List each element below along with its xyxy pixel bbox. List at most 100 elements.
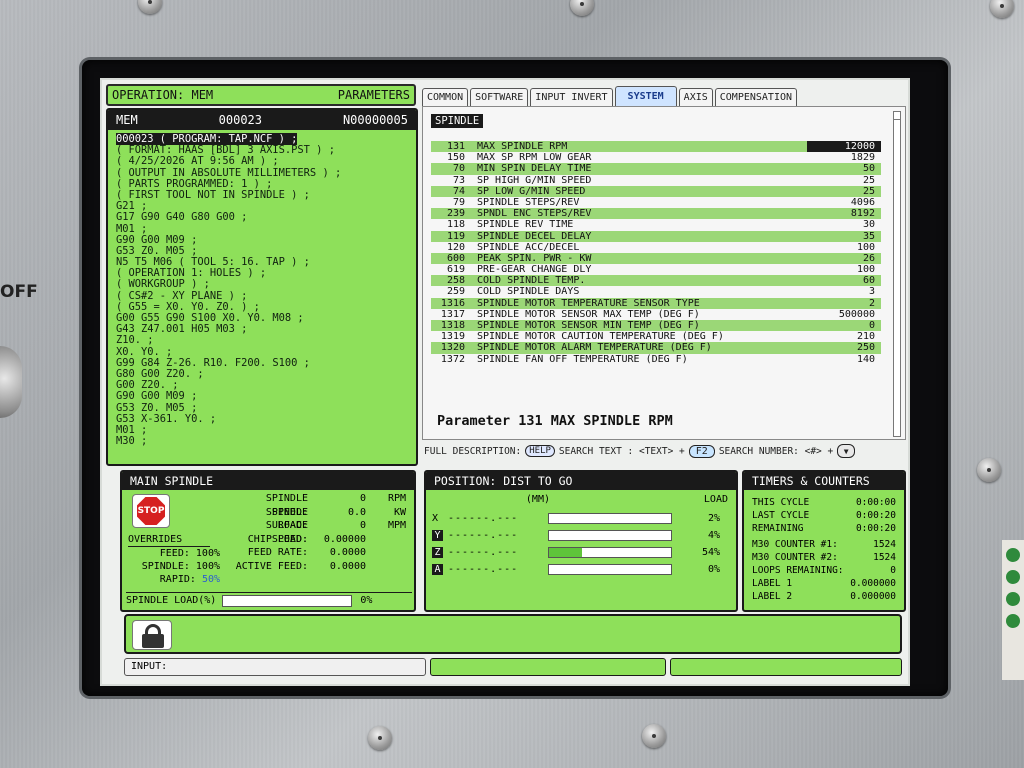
- axis-label[interactable]: A: [432, 563, 443, 575]
- tab-common[interactable]: COMMON: [422, 88, 469, 106]
- parameter-number: 239: [446, 208, 465, 220]
- parameter-row[interactable]: 1320 SPINDLE MOTOR ALARM TEMPERATURE (DEG…: [431, 342, 881, 354]
- f2-key[interactable]: F2: [688, 444, 715, 458]
- parameter-value: 4096: [850, 196, 875, 208]
- timer-value: 0: [890, 565, 896, 576]
- parameter-row[interactable]: 74 SP LOW G/MIN SPEED 25: [431, 185, 881, 197]
- input-field[interactable]: INPUT:: [124, 658, 426, 676]
- timer-value: 0:00:00: [855, 497, 896, 508]
- tab-software[interactable]: SOFTWARE: [470, 88, 529, 106]
- parameter-row[interactable]: 259 COLD SPINDLE DAYS 3: [431, 286, 881, 297]
- down-arrow-icon[interactable]: ▼: [837, 444, 856, 458]
- parameter-row[interactable]: 239 SPNDL ENC STEPS/REV 8192: [431, 208, 881, 220]
- load-header: LOAD: [703, 494, 728, 505]
- timer-label: LABEL 2: [752, 591, 793, 602]
- program-line-text: G43 Z47.001 H05 M03 ;: [116, 323, 248, 336]
- parameter-row[interactable]: 258 COLD SPINDLE TEMP. 60: [431, 275, 881, 287]
- axis-row: A ------.--- 0%: [432, 561, 732, 577]
- parameter-value: 25: [862, 185, 875, 197]
- axis-value: ------.---: [448, 563, 519, 575]
- spindle-stat-row: CHIP LOAD: 0.00000: [234, 533, 412, 547]
- tab-input-invert[interactable]: INPUT INVERT: [530, 88, 613, 106]
- parameter-row[interactable]: 600 PEAK SPIN. PWR - KW 26: [431, 252, 881, 265]
- program-listing[interactable]: 000023 ( PROGRAM: TAP.NCF ) ;( FORMAT: H…: [108, 130, 416, 451]
- spindle-stat-value: 0.00000: [323, 533, 366, 545]
- spindle-stat-label: FEED RATE:: [247, 547, 308, 559]
- lock-icon[interactable]: [132, 620, 172, 650]
- parameter-value: 25: [862, 174, 875, 186]
- axis-label[interactable]: X: [432, 513, 448, 524]
- program-line-text: N5 T5 M06 ( TOOL 5: 16. TAP ) ;: [116, 256, 310, 269]
- input-label: INPUT:: [131, 661, 168, 672]
- parameter-number: 150: [446, 152, 465, 164]
- help-key[interactable]: HELP: [525, 445, 555, 457]
- position-title: POSITION: DIST TO GO: [426, 472, 736, 490]
- parameter-row[interactable]: 1372 SPINDLE FAN OFF TEMPERATURE (DEG F) 1…: [431, 354, 881, 365]
- parameter-number: 1317: [440, 308, 465, 320]
- spindle-stat-row: ACTIVE FEED: 0.0000: [234, 560, 412, 574]
- axis-label[interactable]: Y: [432, 529, 443, 541]
- override-label: SPINDLE:: [141, 561, 190, 572]
- parameter-name: COLD SPINDLE TEMP.: [477, 275, 586, 287]
- parameter-value: 100: [856, 241, 875, 253]
- parameter-row[interactable]: 70 MIN SPIN DELAY TIME 50: [431, 163, 881, 175]
- parameter-list: 131 MAX SPINDLE RPM 12000 150 MAX SP RPM LOW…: [431, 141, 881, 365]
- parameter-scrollbar[interactable]: [893, 111, 901, 437]
- timer-row: M30 COUNTER #1: 1524: [744, 538, 904, 551]
- program-line-text: G99 G84 Z-26. R10. F200. S100 ;: [116, 356, 310, 369]
- parameter-row[interactable]: 79 SPINDLE STEPS/REV 4096: [431, 197, 881, 208]
- parameter-number: 619: [446, 264, 465, 276]
- timer-value: 0:00:20: [855, 510, 896, 521]
- screw-icon: [368, 726, 392, 750]
- axis-load-percent: 0%: [707, 563, 720, 575]
- tab-axis[interactable]: AXIS: [678, 88, 713, 106]
- parameter-row[interactable]: 73 SP HIGH G/MIN SPEED 25: [431, 175, 881, 186]
- parameter-name: SPINDLE ACC/DECEL: [477, 241, 580, 253]
- parameter-name: SPINDLE MOTOR SENSOR MIN TEMP (DEG F): [477, 320, 700, 331]
- parameter-number: 1318: [440, 320, 465, 331]
- parameter-row[interactable]: 619 PRE-GEAR CHANGE DLY 100: [431, 264, 881, 275]
- program-mode: MEM: [116, 113, 138, 127]
- parameter-row[interactable]: 1317 SPINDLE MOTOR SENSOR MAX TEMP (DEG F…: [431, 309, 881, 320]
- message-bar: [124, 614, 902, 654]
- parameter-row[interactable]: 119 SPINDLE DECEL DELAY 35: [431, 230, 881, 242]
- parameter-row[interactable]: 120 SPINDLE ACC/DECEL 100: [431, 242, 881, 253]
- parameter-row[interactable]: 1318 SPINDLE MOTOR SENSOR MIN TEMP (DEG F…: [431, 320, 881, 332]
- timer-row: THIS CYCLE 0:00:00: [744, 496, 904, 509]
- operation-mode: OPERATION: MEM: [112, 88, 214, 102]
- screw-icon: [977, 458, 1001, 482]
- screen-mode: PARAMETERS: [337, 88, 410, 102]
- rotary-knob[interactable]: [0, 346, 22, 418]
- timer-label: M30 COUNTER #1:: [752, 539, 838, 550]
- parameter-name: MAX SPINDLE RPM: [477, 141, 568, 152]
- status-bar-1: [430, 658, 666, 676]
- timer-label: LOOPS REMAINING:: [752, 565, 844, 576]
- spindle-stat-row: FEED RATE: 0.0000: [234, 546, 412, 560]
- parameter-row[interactable]: 150 MAX SP RPM LOW GEAR 1829: [431, 152, 881, 163]
- tab-system[interactable]: SYSTEM: [614, 86, 677, 106]
- timer-label: REMAINING: [752, 523, 804, 534]
- parameter-row[interactable]: 131 MAX SPINDLE RPM 12000: [431, 141, 881, 153]
- axis-load-bar: [548, 512, 672, 524]
- tab-compensation[interactable]: COMPENSATION: [714, 88, 798, 106]
- axis-label[interactable]: Z: [432, 546, 443, 558]
- spindle-stat-label: CHIP LOAD:: [247, 533, 308, 545]
- program-line-text: ( FIRST TOOL NOT IN SPINDLE ) ;: [116, 188, 310, 201]
- parameter-row[interactable]: 1319 SPINDLE MOTOR CAUTION TEMPERATURE (D…: [431, 331, 881, 342]
- main-spindle-panel: MAIN SPINDLE STOP OVERRIDES FEED: 100% SP…: [120, 470, 416, 612]
- program-panel[interactable]: MEM 000023 N00000005 000023 ( PROGRAM: T…: [106, 108, 418, 466]
- program-line: M01 ;: [116, 424, 408, 436]
- axis-row: X ------.--- 2%: [432, 510, 732, 526]
- stop-button[interactable]: STOP: [132, 494, 170, 528]
- help-bar: FULL DESCRIPTION: HELP SEARCH TEXT : <TE…: [424, 440, 904, 462]
- stop-icon: STOP: [137, 497, 165, 525]
- parameter-number: 74: [452, 185, 465, 197]
- parameter-row[interactable]: 118 SPINDLE REV TIME 30: [431, 219, 881, 230]
- program-line-text: G00 G55 G90 S100 X0. Y0. M08 ;: [116, 312, 304, 324]
- program-number: 000023: [218, 113, 262, 127]
- axis-load-percent: 2%: [707, 512, 720, 524]
- program-line-text: ( PARTS PROGRAMMED: 1 ) ;: [116, 177, 273, 190]
- parameter-row[interactable]: 1316 SPINDLE MOTOR TEMPERATURE SENSOR TYP…: [431, 297, 881, 309]
- cnc-control-screen: OPERATION: MEM PARAMETERS MEM 000023 N00…: [100, 78, 910, 686]
- parameter-value: 30: [862, 219, 875, 231]
